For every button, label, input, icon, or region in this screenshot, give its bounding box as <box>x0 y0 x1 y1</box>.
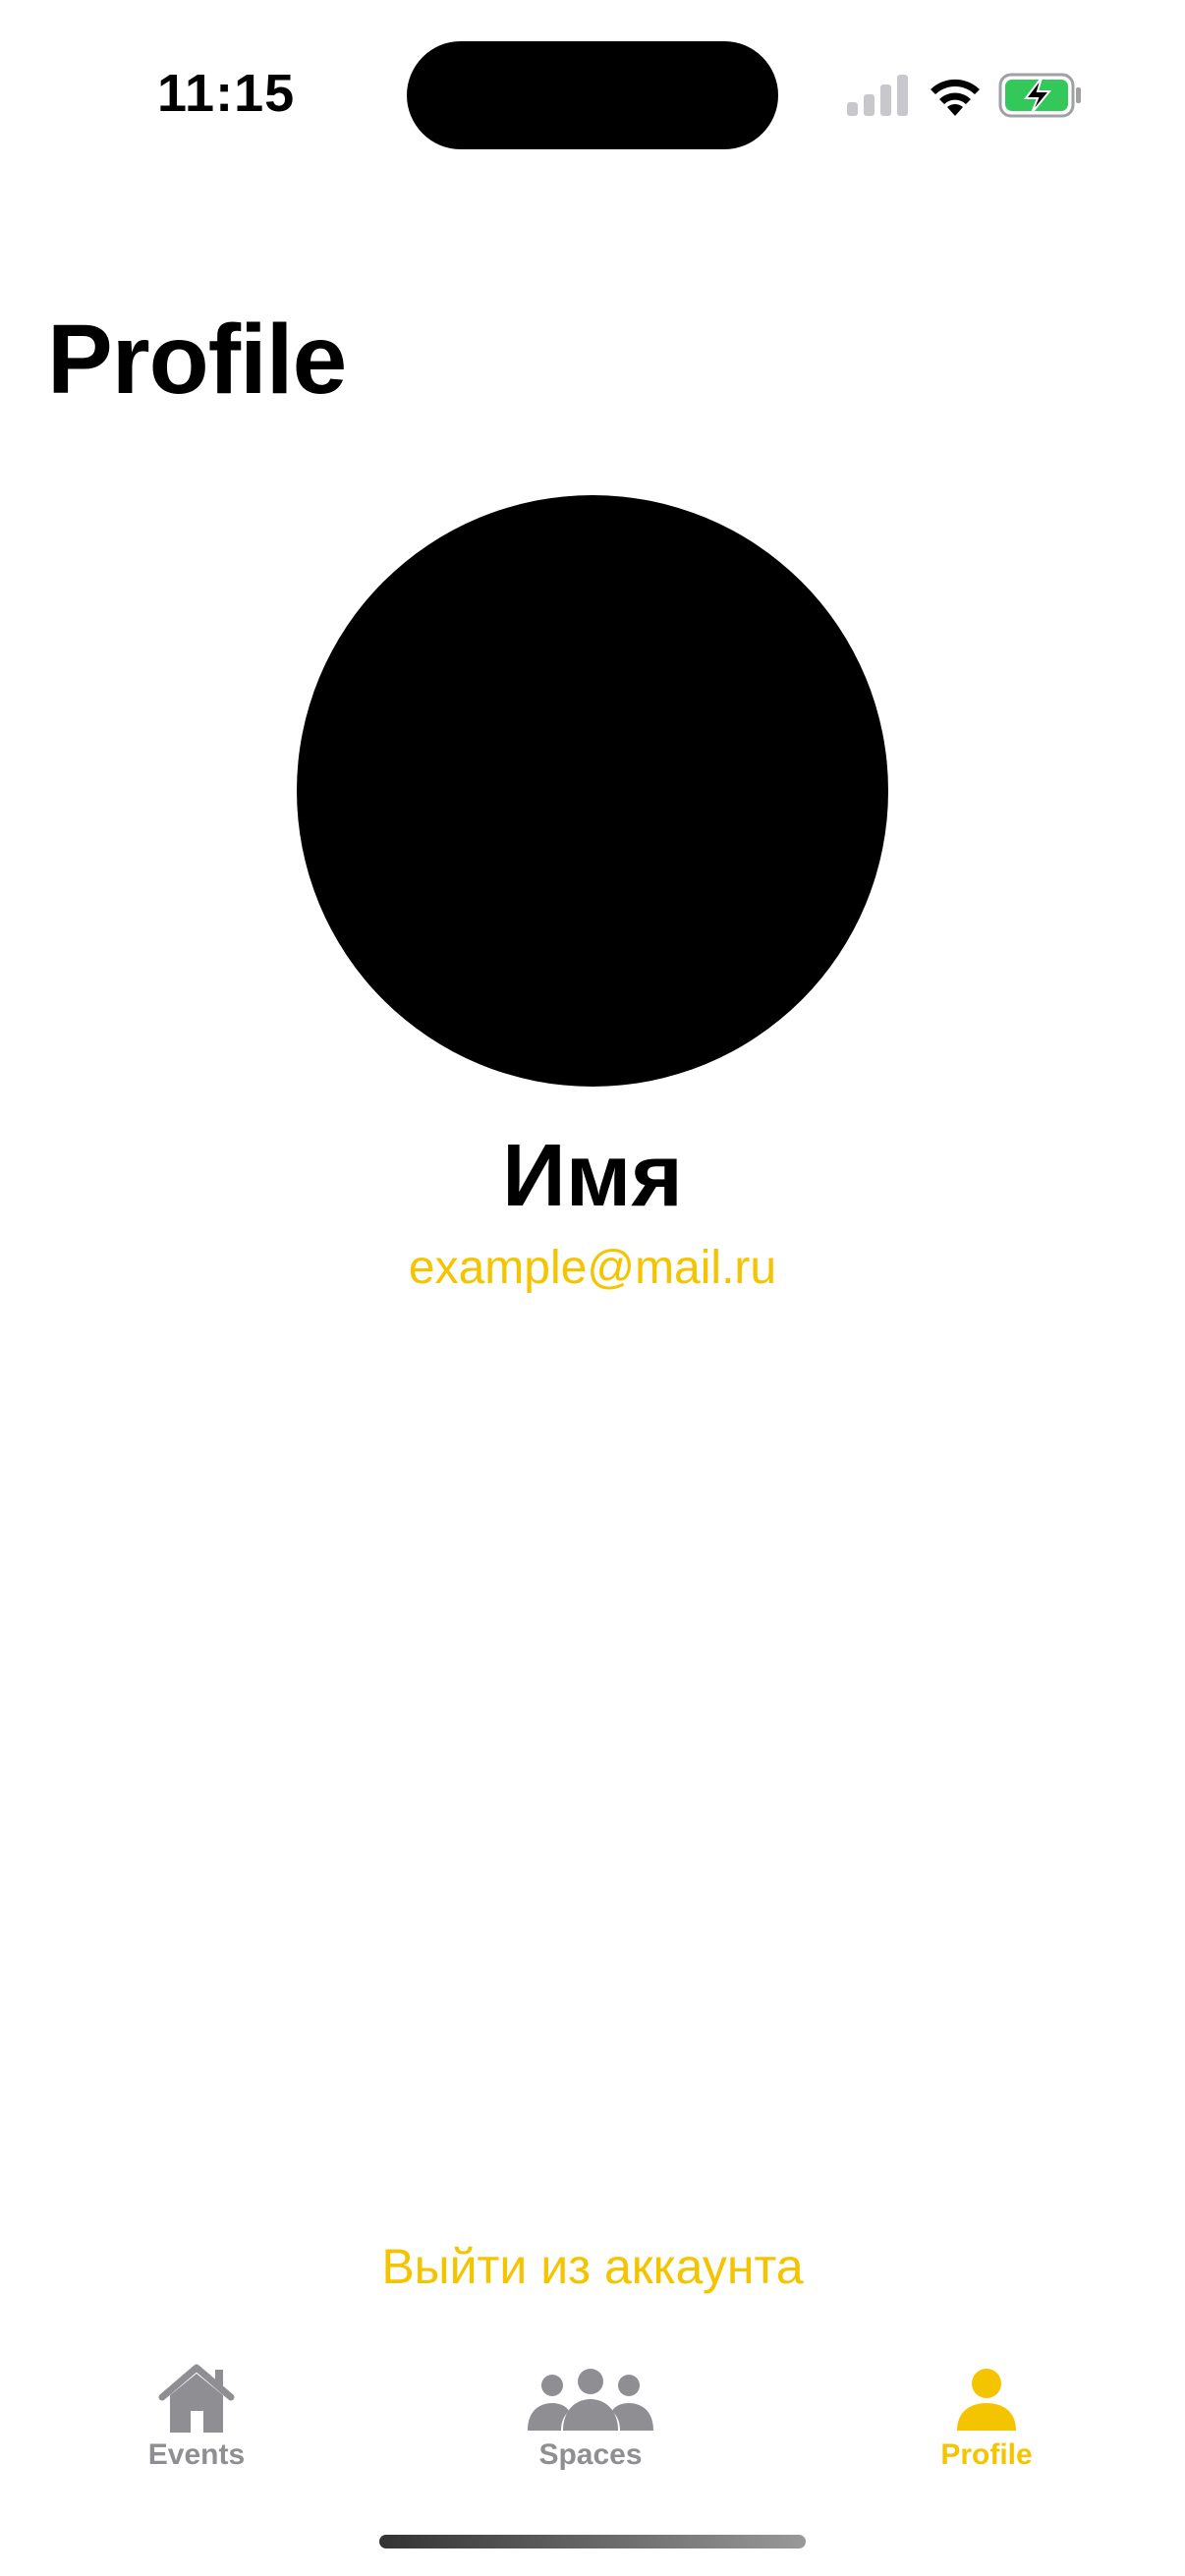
person-icon <box>957 2369 1016 2431</box>
tab-events[interactable]: Events <box>79 2338 314 2495</box>
dynamic-island <box>407 41 778 149</box>
user-email: example@mail.ru <box>408 1242 777 1294</box>
wifi-icon <box>931 79 980 116</box>
avatar[interactable] <box>297 495 888 1087</box>
profile-screen: 11:15 Profile Имя example@mail.ru Выйти … <box>0 0 1185 2576</box>
user-name: Имя <box>502 1127 683 1225</box>
tab-label: Profile <box>940 2438 1033 2471</box>
tab-bar: Events Spaces Profile <box>0 2338 1185 2495</box>
tab-spaces[interactable]: Spaces <box>473 2338 708 2495</box>
signal-icon <box>847 75 908 116</box>
home-indicator[interactable] <box>379 2535 806 2548</box>
page-title: Profile <box>47 305 347 415</box>
tab-label: Events <box>147 2438 246 2471</box>
tab-profile[interactable]: Profile <box>869 2338 1104 2495</box>
tab-label: Spaces <box>538 2438 643 2471</box>
people-group-icon <box>528 2369 653 2431</box>
battery-charging-icon <box>998 73 1081 118</box>
status-time: 11:15 <box>157 64 296 123</box>
logout-button[interactable]: Выйти из аккаунта <box>0 2238 1185 2295</box>
house-icon <box>158 2364 235 2433</box>
